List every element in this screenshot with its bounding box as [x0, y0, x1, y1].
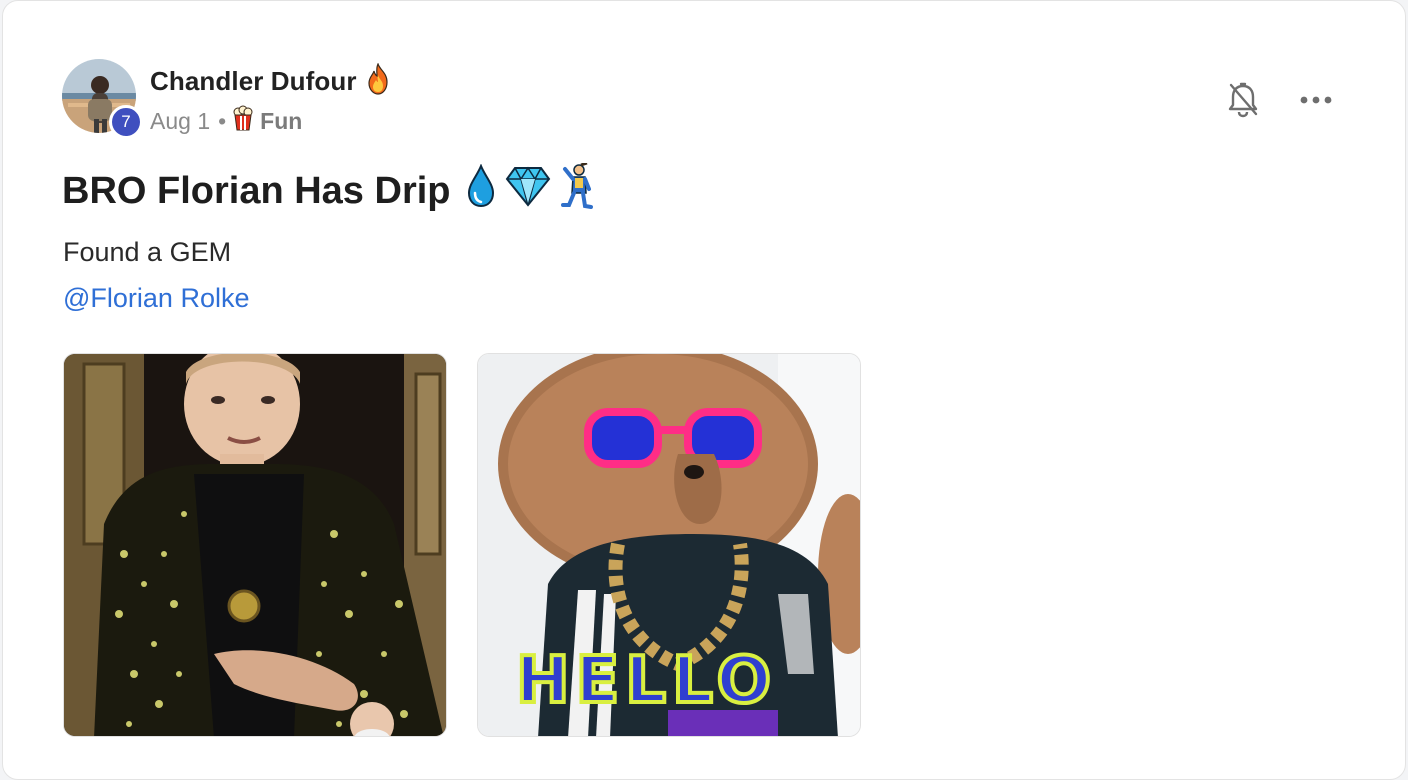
title-emojis	[465, 161, 593, 219]
more-horizontal-icon	[1297, 96, 1335, 119]
author-row: Chandler Dufour	[150, 61, 391, 101]
fire-icon	[365, 61, 391, 100]
post-date[interactable]: Aug 1	[150, 108, 210, 135]
level-badge: 7	[109, 105, 143, 139]
gif-caption: HELLO	[514, 642, 777, 720]
more-options-button[interactable]	[1297, 85, 1335, 115]
popcorn-icon	[232, 105, 254, 137]
bell-muted-icon	[1225, 82, 1261, 123]
author-avatar-group[interactable]: 7	[62, 59, 143, 139]
author-name[interactable]: Chandler Dufour	[150, 66, 357, 97]
media-thumbnail-2[interactable]: HELLO	[477, 353, 861, 737]
post-title[interactable]: BRO Florian Has Drip	[62, 161, 593, 219]
user-mention-link[interactable]: @Florian Rolke	[63, 283, 249, 314]
meta-separator: •	[218, 107, 227, 134]
media-thumbnail-1[interactable]	[63, 353, 447, 737]
post-card: 7 Chandler Dufour Aug 1 • Fun BRO Floria…	[2, 0, 1406, 780]
gem-icon	[505, 165, 551, 217]
post-body-text: Found a GEM	[63, 237, 232, 267]
post-title-text: BRO Florian Has Drip	[62, 169, 451, 212]
mute-notifications-button[interactable]	[1225, 81, 1261, 119]
dancing-man-icon	[559, 161, 593, 219]
post-meta: Aug 1 • Fun	[150, 105, 302, 137]
droplet-icon	[465, 163, 497, 218]
category-link[interactable]: Fun	[260, 108, 302, 135]
